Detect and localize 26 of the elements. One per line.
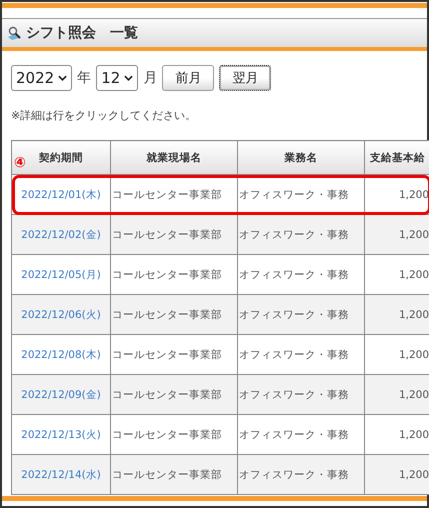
month-button[interactable]: 翌月: [219, 65, 272, 91]
year-select[interactable]: 2022: [11, 65, 72, 91]
column-header: 支給基本給: [364, 140, 429, 174]
annotation-label: ④: [14, 155, 26, 171]
table-row[interactable]: 2022/12/05(月) コールセンター事業部 オフィスワーク・事務 1,200: [12, 254, 429, 294]
instruction-text: ※詳細は行をクリックしてください。: [11, 108, 198, 123]
table-row[interactable]: 2022/12/13(火) コールセンター事業部 オフィスワーク・事務 1,200: [12, 414, 429, 454]
year-label: 年: [77, 69, 92, 87]
month-button[interactable]: 前月: [162, 65, 214, 91]
month-label: 月: [143, 69, 158, 87]
table-row[interactable]: 2022/12/01(木) コールセンター事業部 オフィスワーク・事務 1,200: [12, 174, 429, 214]
month-select[interactable]: 12: [96, 65, 138, 91]
table-row[interactable]: 2022/12/02(金) コールセンター事業部 オフィスワーク・事務 1,200: [12, 214, 429, 254]
column-header: 就業現場名: [110, 140, 238, 174]
table-row[interactable]: 2022/12/14(水) コールセンター事業部 オフィスワーク・事務 1,200: [12, 454, 429, 494]
caret-icon: [58, 75, 68, 81]
table-row[interactable]: 2022/12/06(火) コールセンター事業部 オフィスワーク・事務 1,200: [12, 294, 429, 334]
table-cell: コールセンター事業部: [110, 454, 238, 494]
date-link[interactable]: 2022/12/14(水): [12, 454, 110, 494]
caret-icon: [124, 75, 134, 81]
page-title: シフト照会 一覧: [26, 24, 138, 42]
magnifier-icon: [7, 25, 23, 41]
column-header: 業務名: [238, 140, 364, 174]
table-cell: オフィスワーク・事務: [238, 454, 364, 494]
table-row[interactable]: 2022/12/08(木) コールセンター事業部 オフィスワーク・事務 1,200: [12, 334, 429, 374]
table-row[interactable]: 2022/12/09(金) コールセンター事業部 オフィスワーク・事務 1,200: [12, 374, 429, 414]
